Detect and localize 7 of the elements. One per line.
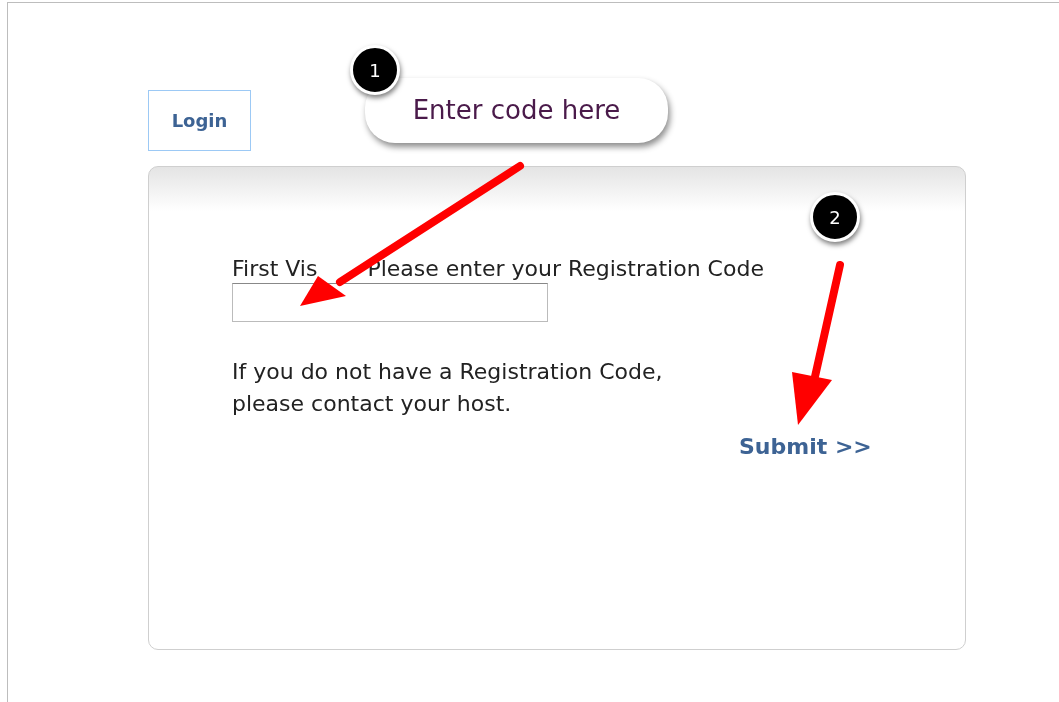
callout: Enter code here — [365, 78, 668, 143]
input-field[interactable] — [232, 283, 548, 322]
login-tab[interactable]: Login — [148, 90, 251, 151]
field-label: First Vis — [232, 255, 318, 283]
submit-link[interactable]: Submit >> — [739, 434, 872, 460]
help-text: If you do not have a Registration Code, please contact your host. — [232, 358, 664, 418]
step-badge: 1 — [350, 45, 400, 95]
